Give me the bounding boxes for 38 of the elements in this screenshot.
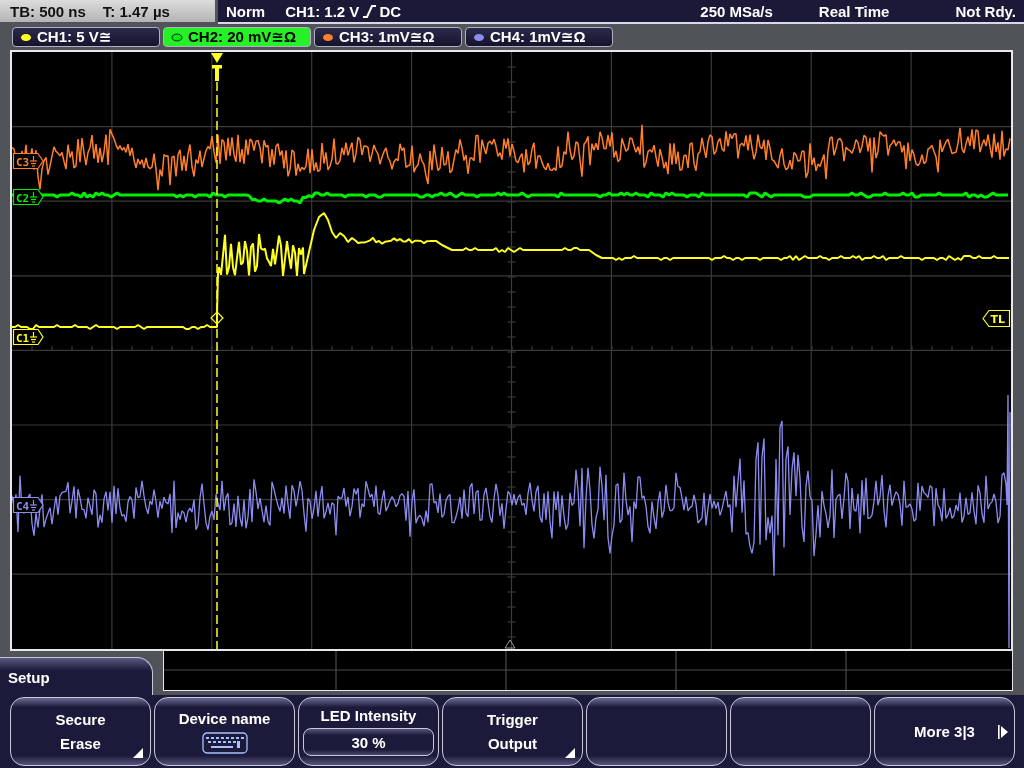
- center-marker-icon: [504, 639, 516, 649]
- channel-tab[interactable]: CH1: 5 V≅: [12, 27, 160, 47]
- ground-icon: [29, 499, 38, 511]
- trigger-time-label: T: 1.47 µs: [102, 2, 170, 20]
- softkey-button[interactable]: [586, 697, 727, 766]
- trigger-source-label: CH1: 1.2 V: [285, 2, 360, 20]
- timebase-label: TB: 500 ns: [10, 2, 86, 20]
- submenu-corner-icon: [133, 748, 143, 758]
- marker-label: C1: [16, 331, 30, 345]
- ground-icon: [29, 191, 38, 203]
- trigger-point-icon: [210, 311, 224, 325]
- marker-label: C4: [16, 499, 30, 513]
- softkey-button[interactable]: Device name: [154, 697, 295, 766]
- ground-icon: [29, 155, 38, 167]
- sample-rate-label: 250 MSa/s: [700, 2, 773, 20]
- marker-label: C3: [16, 155, 30, 169]
- next-arrow-icon: [998, 725, 1008, 739]
- trigger-coupling-label: DC: [379, 2, 402, 20]
- channel-tab[interactable]: CH3: 1mV≅Ω: [314, 27, 462, 47]
- value-field: 30 %: [303, 728, 434, 756]
- submenu-corner-icon: [565, 748, 575, 758]
- acquisition-state-label: Not Rdy.: [955, 2, 1016, 20]
- softkey-button[interactable]: Secure Erase: [10, 697, 151, 766]
- trigger-position-icon: [211, 53, 223, 81]
- channel-tab[interactable]: CH4: 1mV≅Ω: [465, 27, 613, 47]
- keyboard-icon: [201, 731, 248, 754]
- trigger-mode-label: Norm: [226, 2, 266, 20]
- marker-label: TL: [990, 313, 1005, 326]
- channel-tab[interactable]: CH2: 20 mV≅Ω: [163, 27, 311, 47]
- acquisition-mode-label: Real Time: [818, 2, 890, 20]
- ground-icon: [29, 331, 38, 343]
- marker-label: C2: [16, 191, 30, 205]
- softkey-button[interactable]: Trigger Output: [442, 697, 583, 766]
- menu-header: Setup: [0, 657, 153, 695]
- rising-edge-icon: [362, 3, 378, 19]
- softkey-button[interactable]: LED Intensity 30 %: [298, 697, 439, 766]
- softkey-button[interactable]: More 3|3: [874, 697, 1015, 766]
- softkey-button[interactable]: [730, 697, 871, 766]
